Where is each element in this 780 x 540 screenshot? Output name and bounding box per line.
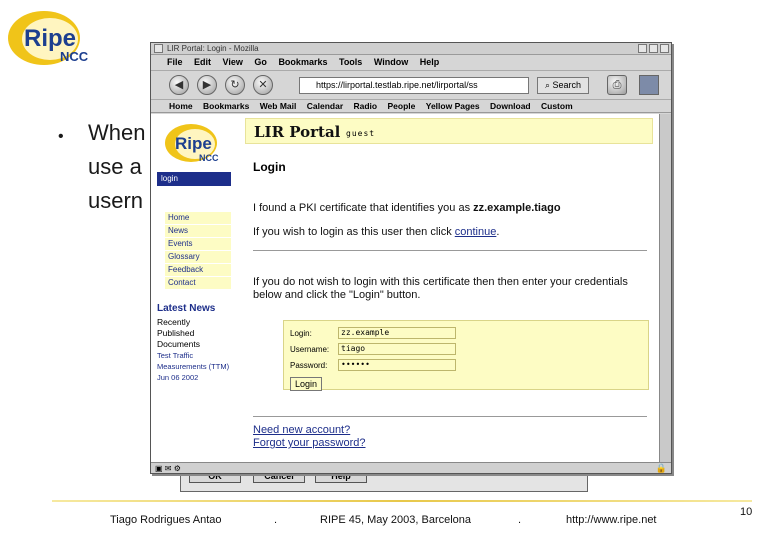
menu-go[interactable]: Go [254,57,267,67]
portal-user: guest [346,129,376,138]
minimize-icon[interactable] [638,44,647,53]
bookmark-home[interactable]: Home [169,101,193,111]
continue-prefix: If you wish to login as this user then c… [253,226,455,238]
login-form: Login: zz.example Username: tiago Passwo… [283,320,649,391]
latest-item-2: Published [157,328,195,338]
bullet-line-3: usern [88,188,144,213]
search-label: Search [552,80,582,90]
url-text: https://lirportal.testlab.ripe.net/lirpo… [316,80,478,90]
reload-icon[interactable]: ↻ [225,75,245,95]
latest-link-3[interactable]: Jun 06 2002 [157,373,198,382]
login-heading: Login [253,160,286,174]
footer-separator-2: . [518,514,522,526]
username-label: Username: [290,345,330,354]
nav-glossary[interactable]: Glossary [165,251,231,264]
password-field[interactable]: •••••• [338,359,456,371]
window-titlebar[interactable]: LIR Portal: Login - Mozilla [151,43,671,55]
footer-event: RIPE 45, May 2003, Barcelona [320,514,472,526]
certificate-user: zz.example.tiago [473,202,561,214]
ripe-ncc-logo: Ripe NCC [8,11,89,65]
personal-toolbar: Home Bookmarks Web Mail Calendar Radio P… [151,100,671,113]
url-field[interactable]: https://lirportal.testlab.ripe.net/lirpo… [299,77,529,94]
page-viewport: Ripe NCC LIR Portal guest login Home New… [151,114,659,462]
divider-2 [253,416,647,417]
bookmark-webmail[interactable]: Web Mail [260,101,297,111]
bookmark-people[interactable]: People [388,101,416,111]
menu-window[interactable]: Window [374,57,408,67]
continue-text: If you wish to login as this user then c… [253,226,653,239]
forward-icon[interactable]: ▶ [197,75,217,95]
alternative-login-text: If you do not wish to login with this ce… [253,276,628,301]
close-icon[interactable] [660,44,669,53]
vertical-scrollbar[interactable] [659,114,671,462]
page-logo-ripe: Ripe [175,134,212,153]
stop-icon[interactable]: ✕ [253,75,273,95]
menu-help[interactable]: Help [420,57,440,67]
nav-news[interactable]: News [165,225,231,238]
continue-link[interactable]: continue [455,226,497,238]
menu-bar: File Edit View Go Bookmarks Tools Window… [151,55,671,69]
latest-link-1[interactable]: Test Traffic [157,351,193,360]
new-account-link[interactable]: Need new account? [253,424,350,436]
status-icons: ▣ ✉ ⚙ [155,464,181,473]
footer-rule [52,500,752,502]
menu-edit[interactable]: Edit [194,57,211,67]
logo-ripe-text: Ripe [24,25,76,52]
login-tab[interactable]: login [157,172,231,186]
bullet-line-2: use a [88,154,142,179]
nav-events[interactable]: Events [165,238,231,251]
search-button[interactable]: ⌕ Search [537,77,589,94]
nav-feedback[interactable]: Feedback [165,264,231,277]
portal-title: LIR Portal [254,123,341,141]
portal-header: LIR Portal guest [245,118,653,144]
browser-window: LIR Portal: Login - Mozilla File Edit Vi… [150,42,672,474]
page-number: 10 [740,506,753,518]
latest-news-title: Latest News [157,303,216,314]
login-field[interactable]: zz.example [338,327,456,339]
bookmark-custom[interactable]: Custom [541,101,573,111]
maximize-icon[interactable] [649,44,658,53]
continue-suffix: . [496,226,500,238]
login-submit-button[interactable]: Login [290,377,322,391]
print-icon[interactable]: ⎙ [607,75,627,95]
certificate-text: I found a PKI certificate that identifie… [253,202,653,215]
footer-author: Tiago Rodrigues Antao [110,514,222,526]
navigation-toolbar: ◀ ▶ ↻ ✕ https://lirportal.testlab.ripe.n… [151,70,671,100]
bookmark-download[interactable]: Download [490,101,531,111]
footer-url[interactable]: http://www.ripe.net [566,514,657,526]
certificate-prefix: I found a PKI certificate that identifie… [253,202,474,214]
security-lock-icon[interactable]: 🔒 [656,463,667,473]
menu-tools[interactable]: Tools [339,57,362,67]
bookmark-calendar[interactable]: Calendar [307,101,343,111]
menu-file[interactable]: File [167,57,183,67]
nav-contact[interactable]: Contact [165,277,231,290]
latest-item-1: Recently [157,317,191,327]
nav-home[interactable]: Home [165,212,231,225]
login-label: Login: [290,329,312,338]
search-icon: ⌕ [544,80,553,90]
status-bar: ▣ ✉ ⚙ 🔒 [151,462,671,473]
divider-1 [253,250,647,251]
menu-view[interactable]: View [223,57,243,67]
forgot-password-link[interactable]: Forgot your password? [253,437,366,449]
bookmark-radio[interactable]: Radio [354,101,378,111]
bullet-dot: • [58,128,64,145]
menu-bookmarks[interactable]: Bookmarks [278,57,327,67]
logo-ncc-text: NCC [60,49,89,64]
page-logo-ncc: NCC [199,153,219,163]
bullet-line-1: When [88,120,146,145]
bookmark-bookmarks[interactable]: Bookmarks [203,101,249,111]
mozilla-throbber-icon [639,75,659,95]
window-title: LIR Portal: Login - Mozilla [167,44,259,53]
latest-link-2[interactable]: Measurements (TTM) [157,362,229,371]
latest-item-3: Documents [157,339,200,349]
password-label: Password: [290,361,328,370]
window-menu-icon[interactable] [154,44,163,53]
bookmark-yellow-pages[interactable]: Yellow Pages [426,101,480,111]
side-navigation: Home News Events Glossary Feedback Conta… [165,212,231,290]
back-icon[interactable]: ◀ [169,75,189,95]
username-field[interactable]: tiago [338,343,456,355]
footer-separator-1: . [274,514,278,526]
page-ripe-logo: Ripe NCC [165,124,219,163]
